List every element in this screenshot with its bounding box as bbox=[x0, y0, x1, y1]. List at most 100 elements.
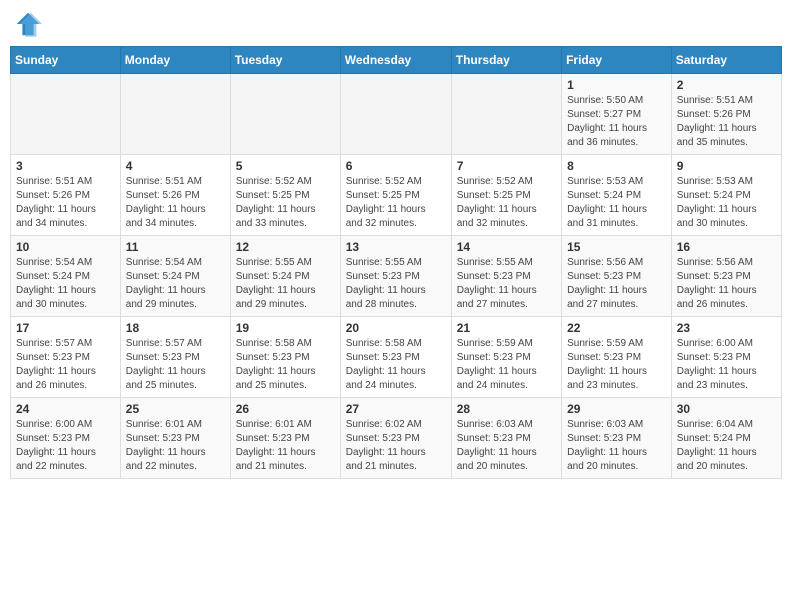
calendar-cell: 29 Sunrise: 6:03 AM Sunset: 5:23 PM Dayli… bbox=[562, 398, 672, 479]
day-info: Sunrise: 6:02 AM Sunset: 5:23 PM Dayligh… bbox=[346, 418, 446, 474]
weekday-header-sunday: Sunday bbox=[11, 47, 121, 74]
day-number: 2 bbox=[677, 78, 776, 92]
calendar-cell bbox=[230, 74, 340, 155]
calendar-week-3: 10 Sunrise: 5:54 AM Sunset: 5:24 PM Dayli… bbox=[11, 236, 782, 317]
day-number: 13 bbox=[346, 240, 446, 254]
day-info: Sunrise: 5:51 AM Sunset: 5:26 PM Dayligh… bbox=[126, 175, 225, 231]
day-number: 23 bbox=[677, 321, 776, 335]
calendar-cell: 3 Sunrise: 5:51 AM Sunset: 5:26 PM Daylig… bbox=[11, 155, 121, 236]
day-info: Sunrise: 5:56 AM Sunset: 5:23 PM Dayligh… bbox=[677, 256, 776, 312]
day-info: Sunrise: 5:51 AM Sunset: 5:26 PM Dayligh… bbox=[16, 175, 115, 231]
calendar-cell: 30Sunrise: 6:04 AM Sunset: 5:24 PM Dayli… bbox=[671, 398, 781, 479]
calendar-cell: 23 Sunrise: 6:00 AM Sunset: 5:23 PM Dayli… bbox=[671, 317, 781, 398]
day-info: Sunrise: 5:56 AM Sunset: 5:23 PM Dayligh… bbox=[567, 256, 666, 312]
calendar-cell: 5 Sunrise: 5:52 AM Sunset: 5:25 PM Daylig… bbox=[230, 155, 340, 236]
day-number: 24 bbox=[16, 402, 115, 416]
weekday-header-thursday: Thursday bbox=[451, 47, 561, 74]
day-info: Sunrise: 6:00 AM Sunset: 5:23 PM Dayligh… bbox=[16, 418, 115, 474]
calendar-cell: 22 Sunrise: 5:59 AM Sunset: 5:23 PM Dayli… bbox=[562, 317, 672, 398]
calendar-cell: 28Sunrise: 6:03 AM Sunset: 5:23 PM Dayli… bbox=[451, 398, 561, 479]
calendar-table: SundayMondayTuesdayWednesdayThursdayFrid… bbox=[10, 46, 782, 479]
header bbox=[10, 10, 782, 38]
calendar-cell: 4 Sunrise: 5:51 AM Sunset: 5:26 PM Daylig… bbox=[120, 155, 230, 236]
calendar-cell bbox=[340, 74, 451, 155]
calendar-cell: 8 Sunrise: 5:53 AM Sunset: 5:24 PM Daylig… bbox=[562, 155, 672, 236]
day-number: 26 bbox=[236, 402, 335, 416]
calendar-cell: 7Sunrise: 5:52 AM Sunset: 5:25 PM Daylig… bbox=[451, 155, 561, 236]
day-info: Sunrise: 6:01 AM Sunset: 5:23 PM Dayligh… bbox=[236, 418, 335, 474]
weekday-header-friday: Friday bbox=[562, 47, 672, 74]
day-info: Sunrise: 5:58 AM Sunset: 5:23 PM Dayligh… bbox=[346, 337, 446, 393]
day-number: 22 bbox=[567, 321, 666, 335]
calendar-cell: 10 Sunrise: 5:54 AM Sunset: 5:24 PM Dayli… bbox=[11, 236, 121, 317]
day-number: 19 bbox=[236, 321, 335, 335]
day-info: Sunrise: 5:53 AM Sunset: 5:24 PM Dayligh… bbox=[567, 175, 666, 231]
calendar-cell: 19 Sunrise: 5:58 AM Sunset: 5:23 PM Dayli… bbox=[230, 317, 340, 398]
logo-icon bbox=[14, 10, 42, 38]
calendar-cell: 2Sunrise: 5:51 AM Sunset: 5:26 PM Daylig… bbox=[671, 74, 781, 155]
calendar-cell: 25Sunrise: 6:01 AM Sunset: 5:23 PM Dayli… bbox=[120, 398, 230, 479]
day-info: Sunrise: 5:57 AM Sunset: 5:23 PM Dayligh… bbox=[16, 337, 115, 393]
calendar-cell: 16Sunrise: 5:56 AM Sunset: 5:23 PM Dayli… bbox=[671, 236, 781, 317]
day-number: 14 bbox=[457, 240, 556, 254]
calendar-cell: 27Sunrise: 6:02 AM Sunset: 5:23 PM Dayli… bbox=[340, 398, 451, 479]
weekday-header-saturday: Saturday bbox=[671, 47, 781, 74]
weekday-header-monday: Monday bbox=[120, 47, 230, 74]
day-info: Sunrise: 5:59 AM Sunset: 5:23 PM Dayligh… bbox=[567, 337, 666, 393]
day-number: 17 bbox=[16, 321, 115, 335]
day-info: Sunrise: 5:57 AM Sunset: 5:23 PM Dayligh… bbox=[126, 337, 225, 393]
calendar-cell: 15 Sunrise: 5:56 AM Sunset: 5:23 PM Dayli… bbox=[562, 236, 672, 317]
day-number: 5 bbox=[236, 159, 335, 173]
weekday-header-row: SundayMondayTuesdayWednesdayThursdayFrid… bbox=[11, 47, 782, 74]
day-number: 25 bbox=[126, 402, 225, 416]
calendar-week-5: 24 Sunrise: 6:00 AM Sunset: 5:23 PM Dayli… bbox=[11, 398, 782, 479]
calendar-cell bbox=[120, 74, 230, 155]
calendar-cell: 20 Sunrise: 5:58 AM Sunset: 5:23 PM Dayli… bbox=[340, 317, 451, 398]
calendar-cell: 14 Sunrise: 5:55 AM Sunset: 5:23 PM Dayli… bbox=[451, 236, 561, 317]
day-info: Sunrise: 6:00 AM Sunset: 5:23 PM Dayligh… bbox=[677, 337, 776, 393]
day-info: Sunrise: 5:50 AM Sunset: 5:27 PM Dayligh… bbox=[567, 94, 666, 150]
calendar-cell: 21 Sunrise: 5:59 AM Sunset: 5:23 PM Dayli… bbox=[451, 317, 561, 398]
day-number: 10 bbox=[16, 240, 115, 254]
day-number: 29 bbox=[567, 402, 666, 416]
calendar-cell: 11 Sunrise: 5:54 AM Sunset: 5:24 PM Dayli… bbox=[120, 236, 230, 317]
calendar-cell bbox=[451, 74, 561, 155]
day-info: Sunrise: 5:59 AM Sunset: 5:23 PM Dayligh… bbox=[457, 337, 556, 393]
page: SundayMondayTuesdayWednesdayThursdayFrid… bbox=[0, 0, 792, 489]
day-info: Sunrise: 5:55 AM Sunset: 5:23 PM Dayligh… bbox=[457, 256, 556, 312]
day-info: Sunrise: 5:52 AM Sunset: 5:25 PM Dayligh… bbox=[236, 175, 335, 231]
day-info: Sunrise: 5:55 AM Sunset: 5:23 PM Dayligh… bbox=[346, 256, 446, 312]
day-number: 12 bbox=[236, 240, 335, 254]
day-info: Sunrise: 6:03 AM Sunset: 5:23 PM Dayligh… bbox=[567, 418, 666, 474]
calendar-cell: 9 Sunrise: 5:53 AM Sunset: 5:24 PM Daylig… bbox=[671, 155, 781, 236]
weekday-header-wednesday: Wednesday bbox=[340, 47, 451, 74]
day-number: 8 bbox=[567, 159, 666, 173]
calendar-cell: 1 Sunrise: 5:50 AM Sunset: 5:27 PM Daylig… bbox=[562, 74, 672, 155]
calendar-cell: 6Sunrise: 5:52 AM Sunset: 5:25 PM Daylig… bbox=[340, 155, 451, 236]
calendar-cell: 12 Sunrise: 5:55 AM Sunset: 5:24 PM Dayli… bbox=[230, 236, 340, 317]
day-number: 9 bbox=[677, 159, 776, 173]
day-info: Sunrise: 5:52 AM Sunset: 5:25 PM Dayligh… bbox=[346, 175, 446, 231]
day-number: 1 bbox=[567, 78, 666, 92]
day-number: 15 bbox=[567, 240, 666, 254]
calendar-cell: 17 Sunrise: 5:57 AM Sunset: 5:23 PM Dayli… bbox=[11, 317, 121, 398]
day-info: Sunrise: 5:53 AM Sunset: 5:24 PM Dayligh… bbox=[677, 175, 776, 231]
day-info: Sunrise: 5:58 AM Sunset: 5:23 PM Dayligh… bbox=[236, 337, 335, 393]
calendar-cell bbox=[11, 74, 121, 155]
day-info: Sunrise: 6:03 AM Sunset: 5:23 PM Dayligh… bbox=[457, 418, 556, 474]
calendar-week-1: 1 Sunrise: 5:50 AM Sunset: 5:27 PM Daylig… bbox=[11, 74, 782, 155]
day-number: 11 bbox=[126, 240, 225, 254]
day-number: 30 bbox=[677, 402, 776, 416]
day-info: Sunrise: 5:54 AM Sunset: 5:24 PM Dayligh… bbox=[16, 256, 115, 312]
day-number: 20 bbox=[346, 321, 446, 335]
day-number: 21 bbox=[457, 321, 556, 335]
day-number: 18 bbox=[126, 321, 225, 335]
day-info: Sunrise: 5:54 AM Sunset: 5:24 PM Dayligh… bbox=[126, 256, 225, 312]
weekday-header-tuesday: Tuesday bbox=[230, 47, 340, 74]
day-number: 3 bbox=[16, 159, 115, 173]
calendar-cell: 13 Sunrise: 5:55 AM Sunset: 5:23 PM Dayli… bbox=[340, 236, 451, 317]
day-number: 7 bbox=[457, 159, 556, 173]
day-number: 4 bbox=[126, 159, 225, 173]
calendar-week-2: 3 Sunrise: 5:51 AM Sunset: 5:26 PM Daylig… bbox=[11, 155, 782, 236]
day-info: Sunrise: 5:55 AM Sunset: 5:24 PM Dayligh… bbox=[236, 256, 335, 312]
